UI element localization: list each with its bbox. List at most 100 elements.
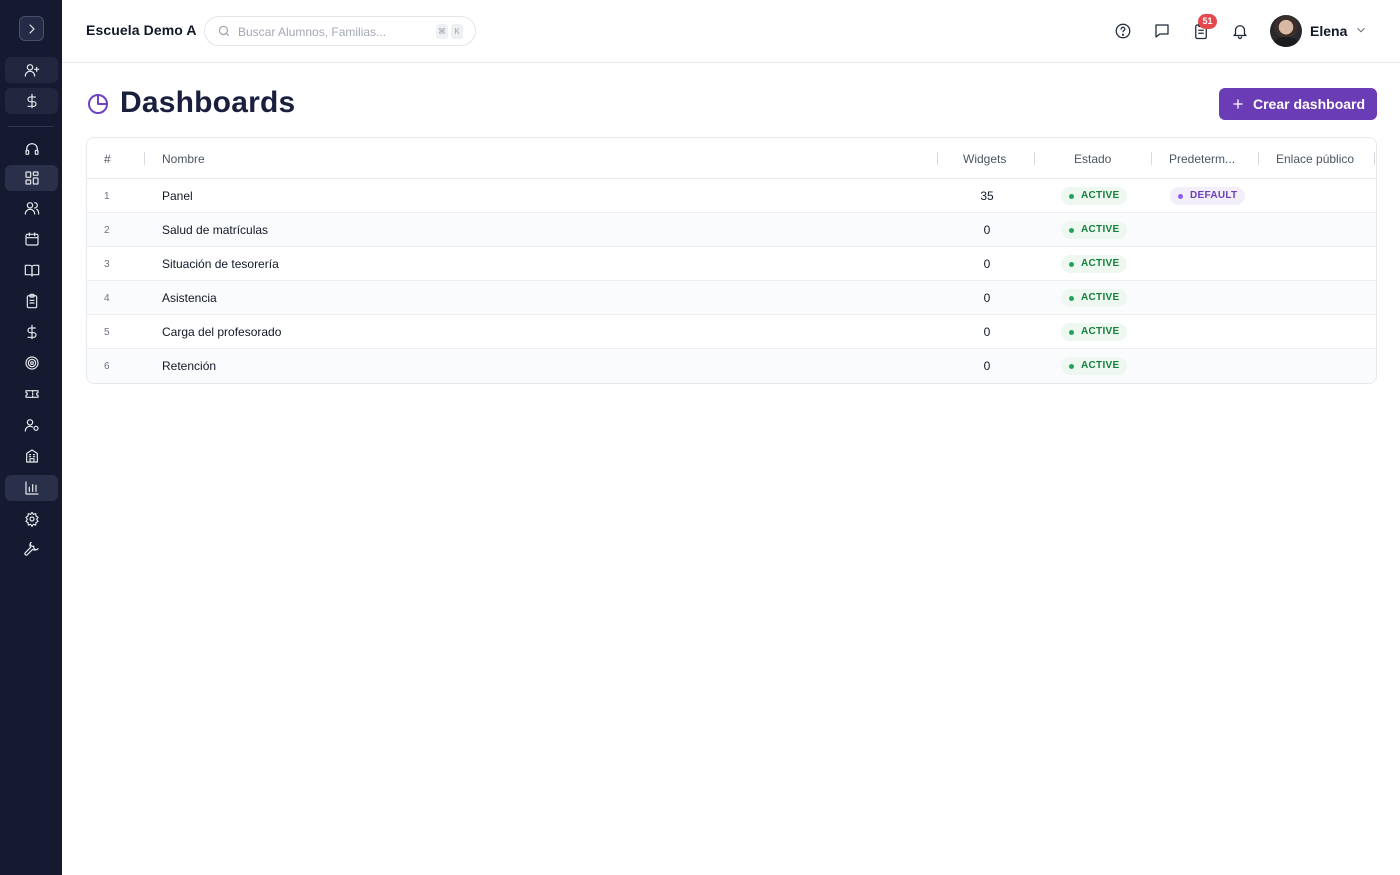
status-badge: ACTIVE	[1061, 255, 1128, 273]
shortcut-key-cmd: ⌘	[436, 24, 448, 39]
sidebar-item-calendar[interactable]	[5, 226, 58, 252]
table-row[interactable]: 4 Asistencia 0 ACTIVE	[87, 281, 1376, 315]
notifications-button[interactable]	[1230, 21, 1250, 41]
column-divider[interactable]	[937, 152, 938, 165]
school-name[interactable]: Escuela Demo A	[86, 22, 197, 38]
bar-chart-icon	[24, 481, 39, 495]
bell-icon	[1233, 25, 1247, 40]
messages-button[interactable]	[1152, 21, 1172, 41]
user-name[interactable]: Elena	[1310, 23, 1347, 39]
shortcut-key-k: K	[451, 24, 463, 39]
dashboard-name[interactable]: Salud de matrículas	[162, 223, 268, 237]
column-header-public-link[interactable]: Enlace público	[1276, 152, 1354, 166]
sidebar-item-reports[interactable]	[5, 475, 58, 501]
dashboard-name[interactable]: Carga del profesorado	[162, 325, 281, 339]
dashboard-name[interactable]: Retención	[162, 359, 216, 373]
widgets-count: 0	[983, 223, 991, 237]
row-number: 1	[104, 191, 110, 202]
dollar-icon	[26, 93, 37, 109]
sidebar-item-settings[interactable]	[5, 506, 58, 532]
widgets-count: 35	[980, 189, 994, 203]
dashboard-name[interactable]: Situación de tesorería	[162, 257, 279, 271]
table-header: # Nombre Widgets Estado Predeterm... Enl…	[87, 138, 1376, 179]
sidebar-item-goals[interactable]	[5, 350, 58, 376]
clipboard-icon	[26, 293, 37, 309]
column-header-name[interactable]: Nombre	[162, 152, 205, 166]
table-row[interactable]: 3 Situación de tesorería 0 ACTIVE	[87, 247, 1376, 281]
sidebar-item-tickets[interactable]	[5, 381, 58, 407]
row-number: 2	[104, 225, 110, 236]
column-divider[interactable]	[1258, 152, 1259, 165]
column-header-widgets[interactable]: Widgets	[963, 152, 1006, 166]
table-row[interactable]: 5 Carga del profesorado 0 ACTIVE	[87, 315, 1376, 349]
widgets-count: 0	[983, 325, 991, 339]
dollar-icon	[26, 324, 37, 340]
column-header-number[interactable]: #	[104, 152, 111, 166]
building-icon	[25, 449, 38, 463]
row-number: 4	[104, 293, 110, 304]
status-badge: ACTIVE	[1061, 289, 1128, 307]
book-icon	[24, 264, 39, 277]
sidebar-item-staff-settings[interactable]	[5, 412, 58, 438]
sidebar-item-support[interactable]	[5, 136, 58, 162]
column-header-default[interactable]: Predeterm...	[1169, 152, 1235, 166]
dashboard-name[interactable]: Asistencia	[162, 291, 217, 305]
headset-icon	[24, 143, 39, 155]
gear-icon	[24, 511, 39, 527]
target-icon	[24, 356, 39, 370]
column-header-status[interactable]: Estado	[1074, 152, 1111, 166]
search-box[interactable]: ⌘ K	[204, 16, 476, 46]
top-bar: Escuela Demo A ⌘ K 51 Elena	[62, 0, 1400, 63]
message-square-icon	[1155, 24, 1169, 38]
table-row[interactable]: 2 Salud de matrículas 0 ACTIVE	[87, 213, 1376, 247]
ticket-icon	[24, 390, 39, 398]
user-menu-chevron[interactable]	[1354, 23, 1368, 37]
table-row[interactable]: 1 Panel 35 ACTIVE DEFAULT	[87, 179, 1376, 213]
column-divider[interactable]	[1034, 152, 1035, 165]
row-number: 6	[104, 361, 110, 372]
dashboard-name[interactable]: Panel	[162, 189, 193, 203]
sidebar-toggle-button[interactable]	[19, 16, 44, 41]
tasks-count-badge: 51	[1198, 14, 1217, 29]
default-badge: DEFAULT	[1170, 187, 1246, 205]
sidebar-item-payments[interactable]	[5, 319, 58, 345]
user-gear-icon	[24, 419, 39, 432]
status-badge: ACTIVE	[1061, 357, 1128, 375]
help-circle-icon	[1115, 23, 1131, 39]
table-row[interactable]: 6 Retención 0 ACTIVE	[87, 349, 1376, 383]
chevron-down-icon	[1357, 27, 1365, 33]
sidebar-item-billing[interactable]	[5, 88, 58, 114]
avatar[interactable]	[1270, 15, 1302, 47]
calendar-icon	[24, 232, 39, 246]
status-badge: ACTIVE	[1061, 221, 1128, 239]
grid-icon	[24, 171, 39, 185]
column-divider[interactable]	[144, 152, 145, 165]
column-divider[interactable]	[1151, 152, 1152, 165]
sidebar-item-tasks[interactable]	[5, 288, 58, 314]
users-icon	[24, 202, 39, 215]
search-icon	[217, 24, 231, 38]
sidebar-item-tools[interactable]	[5, 537, 58, 563]
chevron-right-icon	[28, 23, 35, 34]
create-dashboard-button[interactable]: Crear dashboard	[1219, 88, 1377, 120]
status-badge: ACTIVE	[1061, 187, 1128, 205]
status-badge: ACTIVE	[1061, 323, 1128, 341]
sidebar	[0, 0, 62, 875]
sidebar-item-add-student[interactable]	[5, 57, 58, 83]
row-number: 3	[104, 259, 110, 270]
widgets-count: 0	[983, 257, 991, 271]
widgets-count: 0	[983, 359, 991, 373]
help-button[interactable]	[1113, 21, 1133, 41]
wrench-icon	[23, 542, 39, 556]
column-divider[interactable]	[1374, 152, 1375, 165]
sidebar-item-courses[interactable]	[5, 257, 58, 283]
widgets-count: 0	[983, 291, 991, 305]
sidebar-item-buildings[interactable]	[5, 443, 58, 469]
dashboards-table: # Nombre Widgets Estado Predeterm... Enl…	[86, 137, 1377, 384]
user-plus-icon	[24, 64, 39, 77]
sidebar-divider	[8, 126, 54, 127]
sidebar-item-people[interactable]	[5, 195, 58, 221]
sidebar-item-dashboards[interactable]	[5, 165, 58, 191]
pie-chart-icon	[86, 92, 110, 116]
search-input[interactable]	[238, 23, 428, 41]
